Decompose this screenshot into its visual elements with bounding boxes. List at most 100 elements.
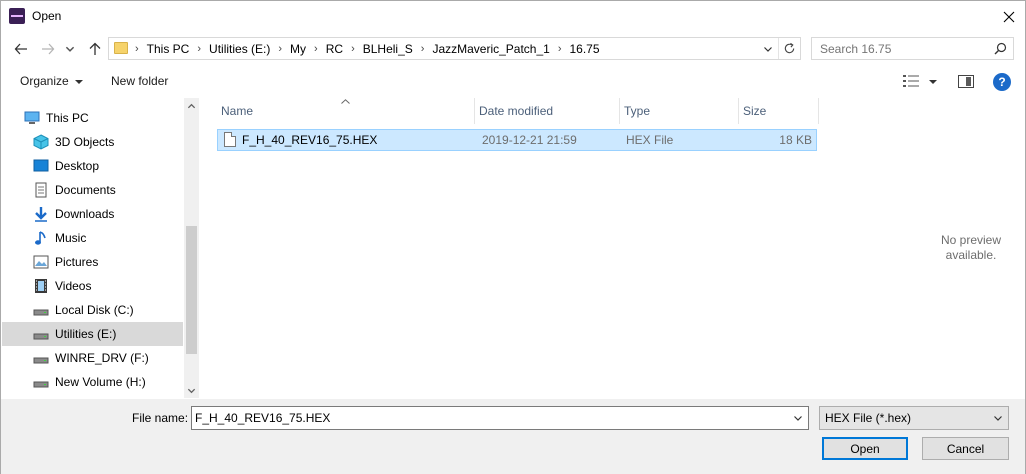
refresh-button[interactable] (778, 38, 800, 59)
drive-icon (33, 326, 49, 342)
nav-item-videos[interactable]: Videos (2, 274, 183, 298)
preview-message-line-1: No preview (940, 233, 1002, 247)
nav-item-winre-drv-f[interactable]: WINRE_DRV (F:) (2, 346, 183, 370)
organize-button[interactable]: Organize (20, 74, 83, 88)
dialog-footer: File name: HEX File (*.hex) Open Cancel (1, 399, 1025, 474)
search-box[interactable] (811, 37, 1014, 60)
arrow-up-icon (89, 42, 101, 55)
file-icon (224, 132, 236, 147)
file-list: Name Date modified Type Size F_H_40_REV1… (217, 98, 821, 398)
breadcrumb-rc[interactable]: RC (320, 42, 349, 56)
file-name-dropdown-button[interactable] (791, 411, 805, 425)
nav-item-documents[interactable]: Documents (2, 178, 183, 202)
column-header-name[interactable]: Name (217, 98, 475, 124)
chevron-right-icon[interactable]: › (419, 43, 427, 55)
recent-locations-button[interactable] (64, 40, 76, 58)
preview-pane-icon[interactable] (958, 75, 974, 88)
chevron-down-icon (65, 46, 75, 52)
breadcrumb-current-folder[interactable]: 16.75 (564, 42, 606, 56)
file-size: 18 KB (779, 133, 812, 147)
chevron-right-icon[interactable]: › (276, 43, 284, 55)
chevron-right-icon[interactable]: › (133, 43, 141, 55)
close-icon (1003, 11, 1015, 22)
help-icon[interactable]: ? (993, 73, 1011, 91)
computer-icon (24, 110, 40, 126)
column-header-type[interactable]: Type (620, 98, 739, 124)
drive-icon (33, 374, 49, 390)
film-icon (33, 278, 49, 294)
file-type-dropdown-button[interactable] (992, 412, 1004, 424)
breadcrumb: › This PC › Utilities (E:) › My › RC › B… (133, 38, 606, 59)
nav-item-pictures[interactable]: Pictures (2, 250, 183, 274)
search-input[interactable] (812, 38, 992, 59)
forward-button[interactable] (39, 40, 57, 58)
download-icon (33, 206, 49, 222)
new-folder-button[interactable]: New folder (111, 74, 168, 88)
address-history-button[interactable] (760, 38, 776, 59)
nav-item-this-pc[interactable]: This PC (2, 106, 183, 130)
file-name-label: File name: (132, 411, 189, 425)
document-icon (33, 182, 49, 198)
scroll-thumb[interactable] (186, 226, 197, 354)
picture-icon (33, 254, 49, 270)
breadcrumb-my[interactable]: My (284, 42, 312, 56)
nav-pane-scrollbar[interactable] (184, 98, 199, 398)
open-button[interactable]: Open (822, 437, 908, 460)
scroll-up-button[interactable] (184, 98, 199, 114)
scroll-down-button[interactable] (184, 382, 199, 398)
preview-message-line-2: available. (945, 248, 997, 262)
nav-item-desktop[interactable]: Desktop (2, 154, 183, 178)
preview-pane: No preview available. (906, 233, 1026, 263)
breadcrumb-blheli[interactable]: BLHeli_S (357, 42, 419, 56)
nav-item-music[interactable]: Music (2, 226, 183, 250)
file-date-modified: 2019-12-21 21:59 (482, 133, 577, 147)
app-icon (9, 8, 25, 24)
navigation-row: › This PC › Utilities (E:) › My › RC › B… (1, 34, 1025, 64)
caret-down-icon (74, 79, 83, 84)
command-bar: Organize New folder (1, 68, 1025, 96)
breadcrumb-this-pc[interactable]: This PC (141, 42, 196, 56)
window-title: Open (32, 9, 62, 23)
title-bar: Open (1, 1, 1025, 32)
nav-item-3d-objects[interactable]: 3D Objects (2, 130, 183, 154)
chevron-up-icon (187, 103, 196, 108)
drive-icon (33, 302, 49, 318)
address-bar[interactable]: › This PC › Utilities (E:) › My › RC › B… (108, 37, 801, 60)
close-button[interactable] (993, 1, 1025, 32)
cube-icon (33, 134, 49, 150)
breadcrumb-utilities[interactable]: Utilities (E:) (203, 42, 276, 56)
chevron-down-icon (794, 416, 802, 421)
nav-item-downloads[interactable]: Downloads (2, 202, 183, 226)
view-options-caret-icon[interactable] (929, 80, 937, 84)
up-button[interactable] (86, 40, 104, 58)
chevron-right-icon[interactable]: › (195, 43, 203, 55)
breadcrumb-jazzmaveric[interactable]: JazzMaveric_Patch_1 (426, 42, 555, 56)
chevron-right-icon[interactable]: › (556, 43, 564, 55)
organize-label: Organize (20, 74, 69, 88)
arrow-left-icon (14, 43, 27, 55)
desktop-icon (33, 158, 49, 174)
file-name: F_H_40_REV16_75.HEX (242, 133, 378, 147)
nav-item-new-volume-h[interactable]: New Volume (H:) (2, 370, 183, 394)
cancel-button[interactable]: Cancel (922, 437, 1009, 460)
file-row[interactable]: F_H_40_REV16_75.HEX 2019-12-21 21:59 HEX… (217, 129, 817, 151)
file-type-select[interactable]: HEX File (*.hex) (819, 406, 1009, 430)
arrow-right-icon (42, 43, 55, 55)
view-options-icon[interactable] (903, 75, 919, 87)
nav-item-local-disk-c[interactable]: Local Disk (C:) (2, 298, 183, 322)
search-icon[interactable] (994, 42, 1007, 55)
nav-item-utilities-e[interactable]: Utilities (E:) (2, 322, 183, 346)
chevron-down-icon (187, 388, 196, 393)
refresh-icon (784, 42, 795, 54)
column-header-date-modified[interactable]: Date modified (475, 98, 620, 124)
back-button[interactable] (12, 40, 30, 58)
chevron-right-icon[interactable]: › (349, 43, 357, 55)
open-dialog: Open › This PC › Utilities (E:) › My › R… (0, 0, 1026, 474)
chevron-right-icon[interactable]: › (312, 43, 320, 55)
file-name-combobox[interactable] (191, 406, 809, 430)
folder-icon (114, 42, 128, 54)
navigation-pane: This PC 3D Objects Desktop Documents Dow… (2, 98, 199, 398)
drive-icon (33, 350, 49, 366)
column-header-size[interactable]: Size (739, 98, 819, 124)
file-name-input[interactable] (192, 407, 788, 429)
